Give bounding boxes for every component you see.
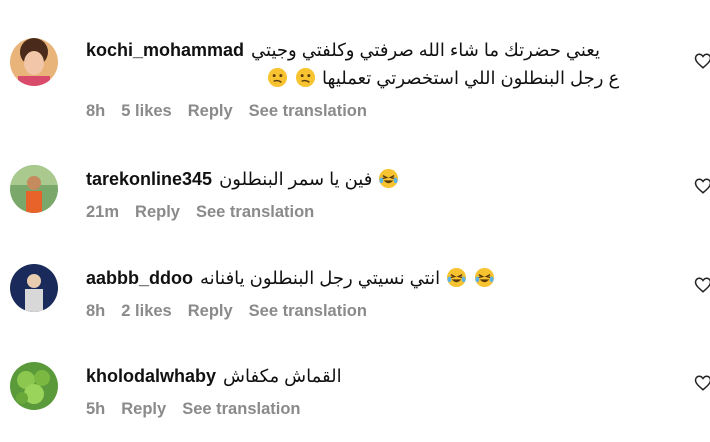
reply-button[interactable]: Reply	[188, 302, 233, 320]
avatar[interactable]	[10, 165, 58, 213]
see-translation-button[interactable]: See translation	[249, 102, 367, 120]
timestamp: 8h	[86, 102, 106, 120]
see-translation-button[interactable]: See translation	[196, 203, 314, 221]
comment-line-2: ع رجل البنطلون اللي استخصرتي تعمليها	[86, 64, 686, 92]
see-translation-button[interactable]: See translation	[182, 400, 300, 418]
reply-button[interactable]: Reply	[135, 203, 180, 221]
comment-body: tarekonline345 فين يا سمر البنطلون 21m Rep…	[86, 165, 686, 222]
comment-text: انتي نسيتي رجل البنطلون يافنانه	[200, 268, 441, 288]
reply-button[interactable]: Reply	[121, 400, 166, 418]
timestamp: 21m	[86, 203, 120, 221]
comment-line: tarekonline345 فين يا سمر البنطلون	[86, 165, 686, 193]
confused-face-icon	[294, 67, 322, 88]
likes-count[interactable]: 5 likes	[121, 102, 171, 120]
comment-text: فين يا سمر البنطلون	[219, 169, 373, 189]
likes-count[interactable]: 2 likes	[121, 302, 171, 320]
heart-icon[interactable]	[694, 52, 710, 70]
comment-body: kochi_mohammad يعني حضرتك ما شاء الله صرف…	[86, 36, 686, 121]
comment-line: kochi_mohammad يعني حضرتك ما شاء الله صرف…	[86, 36, 686, 64]
reply-button[interactable]: Reply	[188, 102, 233, 120]
laughing-tears-icon	[440, 267, 473, 288]
username[interactable]: tarekonline345	[86, 169, 212, 189]
comment-body: kholodalwhaby القماش مكفاش 5h Reply See tra…	[86, 362, 686, 419]
comment-text: القماش مكفاش	[223, 366, 342, 386]
heart-icon[interactable]	[694, 276, 710, 294]
comment-meta: 8h 5 likes Reply See translation	[86, 102, 686, 121]
comment-line: aabbb_ddoo انتي نسيتي رجل البنطلون يافنان…	[86, 264, 686, 292]
username[interactable]: kholodalwhaby	[86, 366, 216, 386]
comment-meta: 21m Reply See translation	[86, 203, 686, 222]
confused-face-icon	[266, 67, 294, 88]
heart-icon[interactable]	[694, 177, 710, 195]
avatar[interactable]	[10, 362, 58, 410]
comment-line: kholodalwhaby القماش مكفاش	[86, 362, 686, 390]
avatar[interactable]	[10, 264, 58, 312]
comment-body: aabbb_ddoo انتي نسيتي رجل البنطلون يافنان…	[86, 264, 686, 321]
username[interactable]: aabbb_ddoo	[86, 268, 193, 288]
comment-text: يعني حضرتك ما شاء الله صرفتي وكلفتي وجيت…	[251, 40, 600, 60]
comment-text-continued: ع رجل البنطلون اللي استخصرتي تعمليها	[322, 68, 620, 88]
timestamp: 8h	[86, 302, 106, 320]
laughing-tears-icon	[473, 267, 496, 288]
timestamp: 5h	[86, 400, 106, 418]
avatar[interactable]	[10, 38, 58, 86]
comment-meta: 5h Reply See translation	[86, 400, 686, 419]
laughing-tears-icon	[377, 168, 400, 189]
see-translation-button[interactable]: See translation	[249, 302, 367, 320]
heart-icon[interactable]	[694, 374, 710, 392]
username[interactable]: kochi_mohammad	[86, 40, 244, 60]
comment-meta: 8h 2 likes Reply See translation	[86, 302, 686, 321]
